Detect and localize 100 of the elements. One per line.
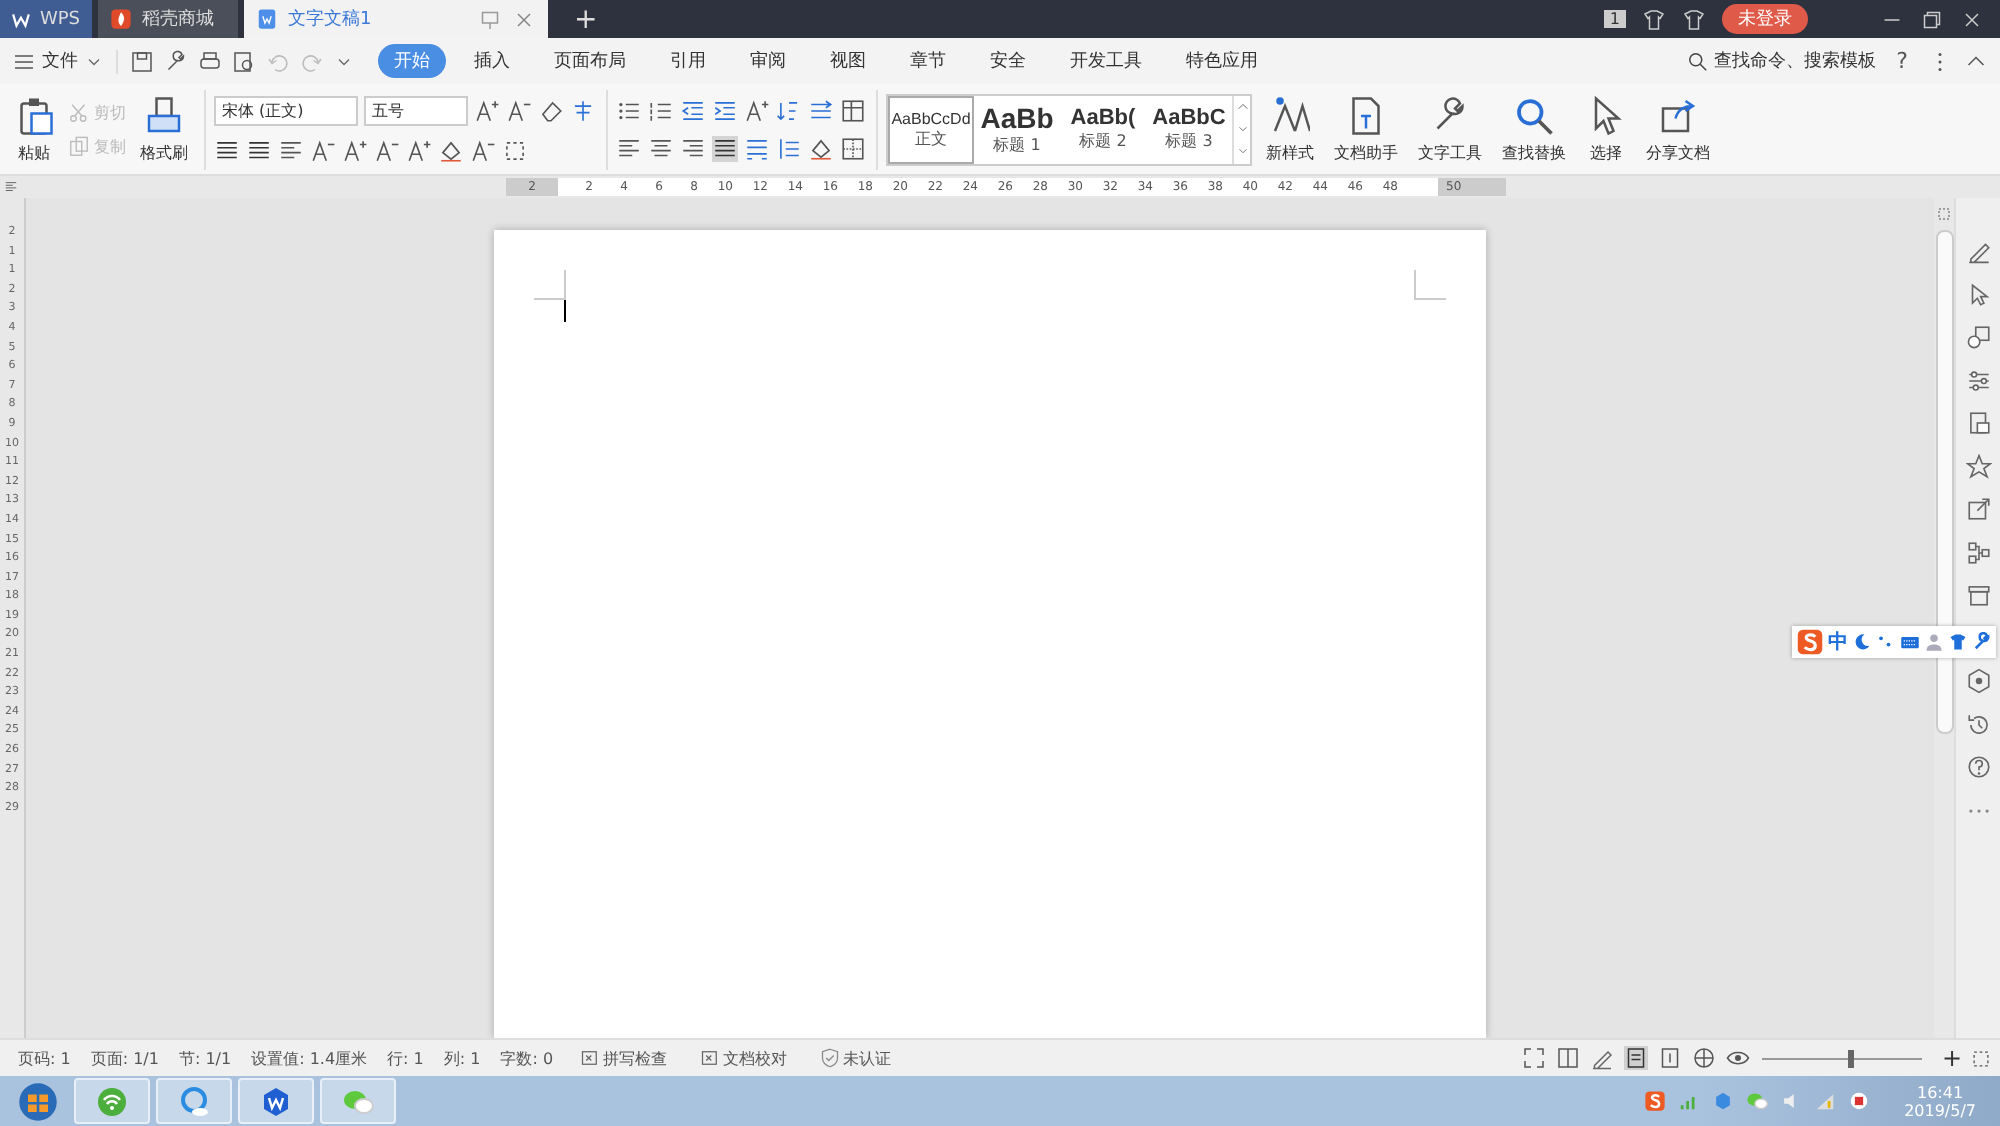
increase-font-icon[interactable] [474, 97, 500, 123]
shirt-icon[interactable] [1682, 7, 1706, 31]
eraser-icon[interactable] [538, 97, 564, 123]
two-page-icon[interactable] [1555, 1046, 1580, 1070]
zoom-slider-thumb[interactable] [1847, 1049, 1854, 1067]
print-icon[interactable] [198, 49, 222, 73]
phonetic-guide-icon[interactable] [570, 97, 596, 123]
eye-icon[interactable] [1725, 1046, 1750, 1070]
document-app-icon[interactable] [260, 1085, 292, 1117]
login-button[interactable]: 未登录 [1722, 4, 1808, 34]
share-button[interactable]: 分享文档 [1640, 95, 1716, 163]
justify-icon[interactable] [712, 135, 738, 161]
history-icon[interactable] [1965, 711, 1991, 737]
input-method-icon[interactable] [1644, 1090, 1667, 1112]
page-view-icon[interactable] [1623, 1046, 1648, 1070]
increase-indent-icon[interactable] [712, 97, 738, 123]
help-icon[interactable] [1965, 754, 1991, 780]
new-tab-button[interactable]: + [554, 0, 618, 38]
restore-icon[interactable] [1920, 7, 1944, 31]
sliders-icon[interactable] [1965, 367, 1991, 393]
window-tab[interactable]: WPS [0, 0, 92, 38]
status-toggle[interactable]: 未认证 [803, 1047, 908, 1069]
outline-icon[interactable] [1657, 1046, 1682, 1070]
style-preset[interactable]: AaBb( 标题 2 [1060, 95, 1146, 163]
pin-icon[interactable] [478, 7, 502, 31]
fit-window-icon[interactable] [1970, 1047, 1992, 1069]
paste-button[interactable]: 粘贴 [8, 95, 60, 163]
scroll-up-icon[interactable] [1235, 99, 1249, 114]
ribbon-tab[interactable]: 安全 [974, 44, 1042, 78]
start-icon[interactable] [18, 1081, 58, 1121]
star-icon[interactable] [1965, 453, 1991, 479]
paragraph-spacing-icon[interactable] [776, 135, 802, 161]
line-spacing-icon[interactable] [808, 97, 834, 123]
format-painter-button[interactable]: 格式刷 [134, 95, 194, 163]
browser-icon[interactable] [178, 1085, 210, 1117]
document-icon [256, 8, 278, 30]
input-method-bar[interactable]: 中 [1792, 626, 1996, 658]
bulleted-list-icon[interactable] [616, 97, 642, 123]
menu-icon[interactable] [12, 49, 36, 73]
ribbon-tab[interactable]: 特色应用 [1170, 44, 1274, 78]
ribbon-tab[interactable]: 章节 [894, 44, 962, 78]
ribbon-tab[interactable]: 审阅 [734, 44, 802, 78]
decrease-font-icon[interactable] [506, 97, 532, 123]
sort-icon[interactable] [776, 97, 802, 123]
flowchart-icon[interactable] [1965, 539, 1991, 565]
align-left-icon[interactable] [616, 135, 642, 161]
documents-icon[interactable] [1965, 410, 1991, 436]
highlight-icon[interactable] [438, 137, 464, 163]
style-preset[interactable]: AaBbCcDd 正文 [888, 95, 974, 163]
hexagon-icon[interactable] [1965, 668, 1991, 694]
ribbon-tab[interactable]: 引用 [654, 44, 722, 78]
window-tab[interactable]: 稻壳商城 [98, 0, 238, 38]
style-preset[interactable]: AaBbC 标题 3 [1146, 95, 1232, 163]
borders-icon[interactable] [840, 135, 866, 161]
margin-mark [1414, 270, 1446, 300]
numbered-list-icon[interactable] [648, 97, 674, 123]
save-icon[interactable] [130, 49, 154, 73]
assistant-button[interactable]: 文档助手 [1328, 95, 1404, 163]
ribbon-tab[interactable]: 开发工具 [1054, 44, 1158, 78]
scrollbar-thumb[interactable] [1935, 230, 1953, 734]
shading-icon[interactable] [808, 135, 834, 161]
search-icon[interactable] [1686, 49, 1711, 73]
texttools-button[interactable]: 文字工具 [1412, 95, 1488, 163]
record-icon[interactable] [1848, 1090, 1871, 1112]
select-button[interactable]: 选择 [1580, 95, 1632, 163]
align-center-icon[interactable] [648, 135, 674, 161]
file-menu[interactable]: 文件 [42, 48, 78, 74]
checkbox-icon [579, 1048, 600, 1068]
archive-icon[interactable] [1965, 582, 1991, 608]
table-icon[interactable] [840, 97, 866, 123]
distribute-icon[interactable] [744, 135, 770, 161]
pen-icon[interactable] [1589, 1046, 1614, 1070]
status-toggle[interactable]: 拼写检查 [563, 1047, 684, 1069]
keyboard-icon [1900, 632, 1920, 652]
ribbon-tab[interactable]: 视图 [814, 44, 882, 78]
newstyle-button[interactable]: 新样式 [1260, 95, 1320, 163]
export-icon[interactable] [1965, 496, 1991, 522]
align-right-icon[interactable] [680, 135, 706, 161]
status-toggle[interactable]: 文档校对 [683, 1047, 804, 1069]
shapes-icon[interactable] [1965, 324, 1991, 350]
zoom-in-button[interactable]: + [1933, 1044, 1970, 1072]
command-search[interactable]: 查找命令、搜索模板 [1714, 48, 1877, 74]
style-preset[interactable]: AaBb 标题 1 [974, 95, 1060, 163]
find-button[interactable]: 查找替换 [1496, 95, 1572, 163]
font-size-dropdown[interactable]: 五号 [364, 95, 468, 125]
font-name-dropdown[interactable]: 宋体 (正文) [214, 95, 358, 125]
tab-stop-icon[interactable] [4, 180, 18, 194]
page-count-badge[interactable]: 1 [1603, 10, 1626, 28]
ribbon-tab[interactable]: 插入 [458, 44, 526, 78]
window-tab[interactable]: 文字文稿1 [244, 0, 548, 38]
ribbon-tab[interactable]: 页面布局 [538, 44, 642, 78]
help-button[interactable]: ? [1888, 48, 1916, 74]
globe-icon[interactable] [1691, 1046, 1716, 1070]
decrease-indent-icon[interactable] [680, 97, 706, 123]
print-preview-icon[interactable] [232, 49, 256, 73]
close-icon[interactable] [1960, 7, 1984, 31]
font-style-icon [1270, 95, 1310, 135]
fullscreen-icon[interactable] [1521, 1046, 1546, 1070]
wifi-icon[interactable] [96, 1085, 128, 1117]
pen-icon[interactable] [1965, 238, 1991, 264]
